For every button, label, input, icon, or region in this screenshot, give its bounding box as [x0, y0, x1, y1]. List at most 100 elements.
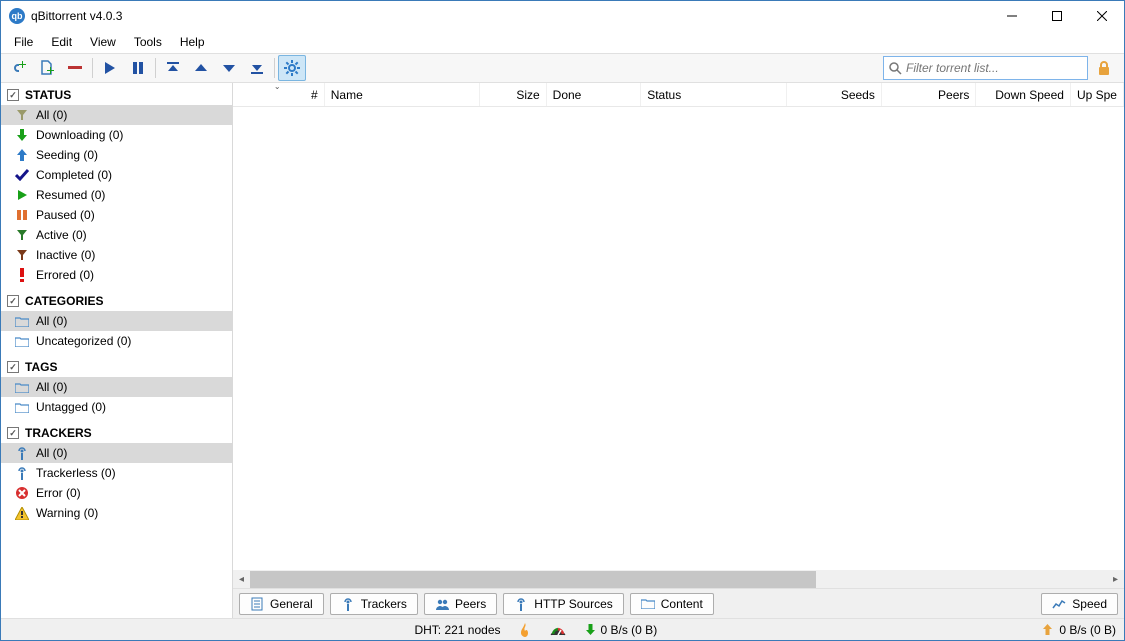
- filter-search-box[interactable]: [883, 56, 1088, 80]
- move-top-button[interactable]: [159, 55, 187, 81]
- category-all[interactable]: All (0): [1, 311, 232, 331]
- status-resumed[interactable]: Resumed (0): [1, 185, 232, 205]
- column-label: Peers: [938, 88, 969, 102]
- chevron-down-icon: ✓: [7, 89, 19, 101]
- scroll-right-icon[interactable]: ▸: [1107, 571, 1124, 588]
- column-status[interactable]: Status: [641, 83, 787, 106]
- status-seeding[interactable]: Seeding (0): [1, 145, 232, 165]
- menu-help[interactable]: Help: [171, 33, 214, 51]
- down-icon: [221, 60, 237, 76]
- add-file-button[interactable]: [33, 55, 61, 81]
- menu-bar: File Edit View Tools Help: [1, 31, 1124, 53]
- add-link-button[interactable]: [5, 55, 33, 81]
- column-name[interactable]: Name: [325, 83, 480, 106]
- tracker-error[interactable]: Error (0): [1, 483, 232, 503]
- tab-trackers[interactable]: Trackers: [330, 593, 418, 615]
- status-all[interactable]: All (0): [1, 105, 232, 125]
- tab-http-sources[interactable]: HTTP Sources: [503, 593, 623, 615]
- scroll-track[interactable]: [250, 571, 1107, 588]
- tab-label: HTTP Sources: [534, 597, 612, 611]
- status-section-header[interactable]: ✓ STATUS: [1, 85, 232, 105]
- menu-file[interactable]: File: [5, 33, 42, 51]
- move-down-button[interactable]: [215, 55, 243, 81]
- sidebar-item-label: Inactive (0): [36, 248, 95, 262]
- folder-icon: [15, 316, 29, 327]
- flame-icon: [519, 623, 531, 637]
- tab-speed[interactable]: Speed: [1041, 593, 1118, 615]
- status-inactive[interactable]: Inactive (0): [1, 245, 232, 265]
- up-icon: [193, 60, 209, 76]
- categories-section-header[interactable]: ✓ CATEGORIES: [1, 291, 232, 311]
- tag-all[interactable]: All (0): [1, 377, 232, 397]
- trackers-section-header[interactable]: ✓ TRACKERS: [1, 423, 232, 443]
- trackers-header-label: TRACKERS: [25, 426, 92, 440]
- filter-icon: [15, 229, 29, 241]
- up-speed-label: 0 B/s (0 B): [1059, 623, 1116, 637]
- status-errored[interactable]: Errored (0): [1, 265, 232, 285]
- pause-icon: [15, 209, 29, 221]
- file-plus-icon: [38, 59, 56, 77]
- toolbar-separator: [274, 58, 275, 78]
- menu-tools[interactable]: Tools: [125, 33, 171, 51]
- chevron-down-icon: ✓: [7, 427, 19, 439]
- play-button[interactable]: [96, 55, 124, 81]
- column-label: Size: [516, 88, 539, 102]
- status-paused[interactable]: Paused (0): [1, 205, 232, 225]
- tracker-all[interactable]: All (0): [1, 443, 232, 463]
- scroll-left-icon[interactable]: ◂: [233, 571, 250, 588]
- minus-icon: [66, 64, 84, 72]
- scroll-thumb[interactable]: [250, 571, 816, 588]
- speed-limits[interactable]: [549, 624, 567, 636]
- close-icon: [1097, 11, 1107, 21]
- category-uncategorized[interactable]: Uncategorized (0): [1, 331, 232, 351]
- column-done[interactable]: Done: [547, 83, 642, 106]
- sidebar-item-label: Resumed (0): [36, 188, 105, 202]
- sidebar-item-label: Downloading (0): [36, 128, 123, 142]
- column-number[interactable]: #⌄: [233, 83, 325, 106]
- filter-icon: [15, 109, 29, 121]
- remove-button[interactable]: [61, 55, 89, 81]
- tab-label: Trackers: [361, 597, 407, 611]
- move-up-button[interactable]: [187, 55, 215, 81]
- close-button[interactable]: [1079, 1, 1124, 31]
- filter-input[interactable]: [906, 61, 1083, 75]
- tags-section-header[interactable]: ✓ TAGS: [1, 357, 232, 377]
- column-up-speed[interactable]: Up Spe: [1071, 83, 1124, 106]
- column-peers[interactable]: Peers: [882, 83, 977, 106]
- down-speed-status[interactable]: 0 B/s (0 B): [585, 623, 658, 637]
- horizontal-scrollbar[interactable]: ◂ ▸: [233, 570, 1124, 588]
- menu-edit[interactable]: Edit: [42, 33, 81, 51]
- folder-icon: [641, 598, 655, 609]
- move-bottom-button[interactable]: [243, 55, 271, 81]
- column-size[interactable]: Size: [480, 83, 546, 106]
- tab-general[interactable]: General: [239, 593, 324, 615]
- dht-status[interactable]: DHT: 221 nodes: [414, 623, 500, 637]
- tracker-warning[interactable]: Warning (0): [1, 503, 232, 523]
- detail-tabs: General Trackers Peers HTTP Sources Cont…: [233, 588, 1124, 618]
- tracker-trackerless[interactable]: Trackerless (0): [1, 463, 232, 483]
- tracker-icon: [514, 597, 528, 611]
- minimize-button[interactable]: [989, 1, 1034, 31]
- tracker-icon: [15, 466, 29, 480]
- tab-peers[interactable]: Peers: [424, 593, 497, 615]
- pause-button[interactable]: [124, 55, 152, 81]
- status-completed[interactable]: Completed (0): [1, 165, 232, 185]
- menu-view[interactable]: View: [81, 33, 125, 51]
- sidebar-item-label: Completed (0): [36, 168, 112, 182]
- column-seeds[interactable]: Seeds: [787, 83, 882, 106]
- tab-label: Content: [661, 597, 703, 611]
- folder-icon: [15, 336, 29, 347]
- status-downloading[interactable]: Downloading (0): [1, 125, 232, 145]
- up-speed-status[interactable]: 0 B/s (0 B): [1042, 623, 1116, 637]
- lock-button[interactable]: [1092, 56, 1116, 80]
- tab-label: General: [270, 597, 313, 611]
- settings-button[interactable]: [278, 55, 306, 81]
- torrent-list[interactable]: [233, 107, 1124, 570]
- column-down-speed[interactable]: Down Speed: [976, 83, 1071, 106]
- tag-untagged[interactable]: Untagged (0): [1, 397, 232, 417]
- status-active[interactable]: Active (0): [1, 225, 232, 245]
- firewall-status[interactable]: [519, 623, 531, 637]
- tab-content[interactable]: Content: [630, 593, 714, 615]
- pause-icon: [130, 60, 146, 76]
- maximize-button[interactable]: [1034, 1, 1079, 31]
